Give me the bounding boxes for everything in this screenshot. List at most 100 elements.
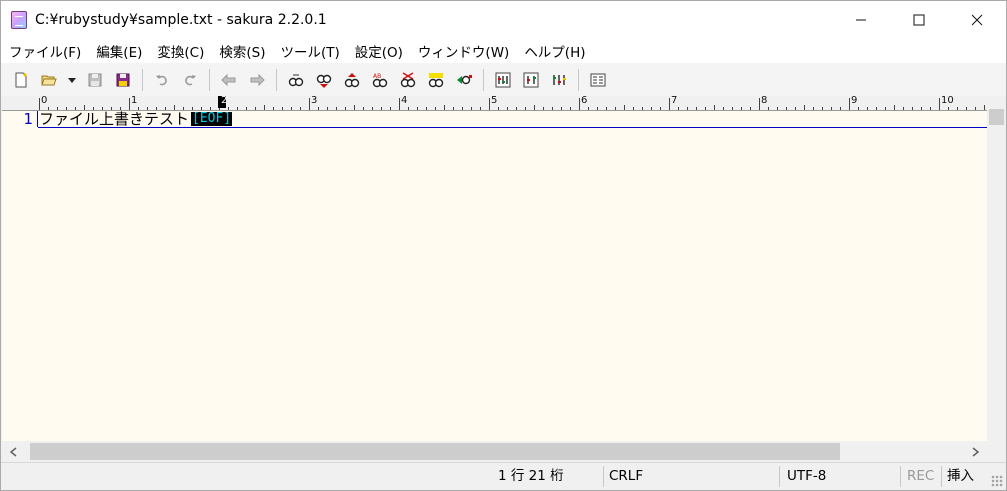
status-bar: 1 行 21 桁 CRLF UTF-8 REC 挿入 [1,462,1006,490]
save-icon[interactable] [85,70,105,90]
settings-type-icon[interactable] [521,70,541,90]
ruler-tick [750,107,751,110]
ruler-tick [642,107,643,110]
jump-back-icon[interactable] [219,70,239,90]
ruler-tick [210,107,211,110]
insert-mode[interactable]: 挿入 [947,463,974,490]
horizontal-scrollbar[interactable] [2,441,987,462]
ruler-tick [876,107,877,110]
vertical-scroll-thumb[interactable] [989,109,1004,125]
search-prev-icon[interactable] [342,70,362,90]
ruler-tick [705,107,706,110]
ruler-label: 2 [221,95,228,106]
ruler-label: 9 [851,95,858,106]
menu-bar: ファイル(F) 編集(E) 変換(C) 検索(S) ツール(T) 設定(O) ウ… [1,39,1006,63]
minimize-icon [856,19,866,21]
replace-icon[interactable]: AB [370,70,390,90]
save-as-icon[interactable] [113,70,133,90]
ruler-tick [984,105,985,110]
toolbar-separator [276,68,277,91]
status-separator [603,466,604,487]
ruler-tick [372,107,373,110]
scroll-right-icon[interactable] [967,441,984,462]
rec-indicator[interactable]: REC [907,463,934,490]
search-icon[interactable] [286,70,306,90]
settings-common-icon[interactable] [493,70,513,90]
ruler-tick [435,107,436,110]
toolbar: AB [1,63,1006,96]
editor-line[interactable]: ファイル上書きテスト [EOF] [39,111,233,127]
ruler-tick [282,107,283,110]
ruler-tick [543,107,544,110]
resize-grip[interactable] [991,475,1003,487]
dropdown-arrow-icon[interactable] [67,70,77,90]
ruler-tick [723,107,724,110]
open-file-icon[interactable] [39,70,59,90]
sakura-app-icon[interactable] [11,11,27,29]
ruler-tick [525,107,526,110]
ruler-tick [966,107,967,110]
ruler-label: 1 [131,95,138,106]
ruler-tick [633,107,634,110]
menu-search[interactable]: 検索(S) [211,41,272,61]
toolbar-separator [209,68,210,91]
vertical-scrollbar[interactable] [987,96,1006,441]
ruler-tick [840,107,841,110]
maximize-button[interactable] [890,1,948,39]
cursor-position[interactable]: 1 行 21 桁 [498,463,564,490]
ruler-tick [768,107,769,110]
ruler-tick [462,107,463,110]
highlight-icon[interactable] [426,70,446,90]
encoding[interactable]: UTF-8 [787,463,826,490]
scroll-left-icon[interactable] [4,441,21,462]
menu-edit[interactable]: 編集(E) [88,41,149,61]
menu-convert[interactable]: 変換(C) [149,41,211,61]
outline-icon[interactable] [588,70,608,90]
ruler-tick [498,107,499,110]
menu-file[interactable]: ファイル(F) [1,41,88,61]
new-file-icon[interactable] [11,70,31,90]
search-next-icon[interactable] [314,70,334,90]
ruler-tick [345,107,346,110]
ruler-tick [300,107,301,110]
text-editor[interactable]: 1 ファイル上書きテスト [EOF] [2,111,987,441]
ruler-tick [849,98,850,110]
ruler-tick [939,98,940,110]
close-button[interactable] [948,1,1006,39]
ruler-label: 10 [941,95,954,106]
ruler-tick [741,107,742,110]
menu-settings[interactable]: 設定(O) [347,41,410,61]
ruler-tick [516,107,517,110]
ruler-tick [552,107,553,110]
toolbar-separator [483,68,484,91]
minimize-button[interactable] [832,1,890,39]
ruler-tick [831,107,832,110]
settings-font-icon[interactable] [549,70,569,90]
ruler-tick [399,98,400,110]
scrollbar-corner [987,441,1006,462]
horizontal-scroll-thumb[interactable] [30,443,840,460]
ruler-tick [507,107,508,110]
ruler-tick [597,107,598,110]
ruler-label: 5 [491,95,498,106]
ruler-tick [246,107,247,110]
ruler-tick [408,107,409,110]
ruler-tick [669,98,670,110]
tag-jump-icon[interactable] [454,70,474,90]
column-ruler[interactable]: 0 1 2 3 4 5 6 7 8 9 10 [2,96,987,111]
ruler-tick [228,107,229,110]
redo-icon[interactable] [180,70,200,90]
menu-window[interactable]: ウィンドウ(W) [410,41,516,61]
ruler-tick [336,107,337,110]
line-ending[interactable]: CRLF [609,463,643,490]
undo-icon[interactable] [152,70,172,90]
jump-forward-icon[interactable] [247,70,267,90]
title-bar: C:¥rubystudy¥sample.txt - sakura 2.2.0.1 [1,1,1006,39]
menu-help[interactable]: ヘルプ(H) [516,41,592,61]
menu-tools[interactable]: ツール(T) [272,41,346,61]
ruler-tick [273,107,274,110]
ruler-tick [624,105,625,110]
ruler-tick [579,98,580,110]
grep-icon[interactable] [398,70,418,90]
ruler-tick [921,107,922,110]
